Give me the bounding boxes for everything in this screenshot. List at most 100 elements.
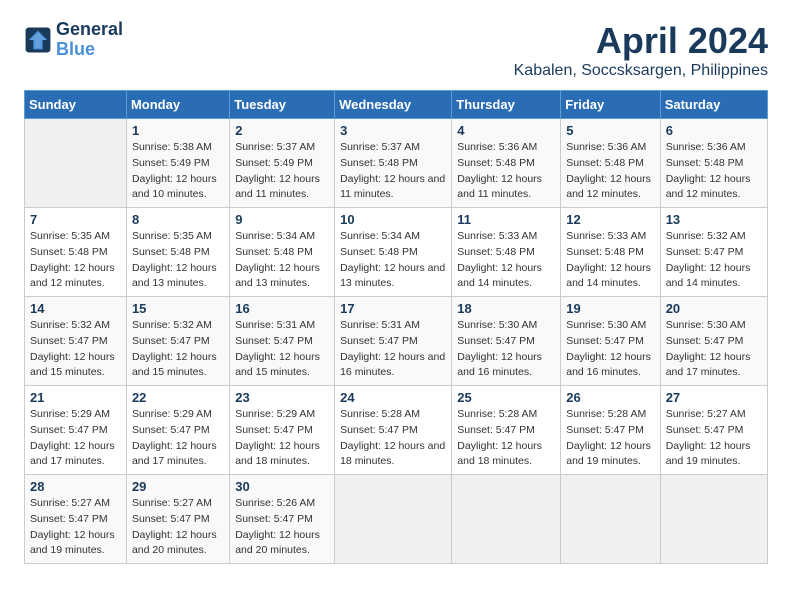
calendar-cell: 16 Sunrise: 5:31 AM Sunset: 5:47 PM Dayl… [230, 297, 335, 386]
day-detail: Sunrise: 5:29 AM Sunset: 5:47 PM Dayligh… [30, 407, 121, 470]
calendar-row: 28 Sunrise: 5:27 AM Sunset: 5:47 PM Dayl… [25, 475, 768, 564]
calendar-cell: 19 Sunrise: 5:30 AM Sunset: 5:47 PM Dayl… [561, 297, 660, 386]
calendar-cell: 10 Sunrise: 5:34 AM Sunset: 5:48 PM Dayl… [335, 208, 452, 297]
day-number: 3 [340, 123, 446, 138]
calendar-cell: 12 Sunrise: 5:33 AM Sunset: 5:48 PM Dayl… [561, 208, 660, 297]
day-detail: Sunrise: 5:27 AM Sunset: 5:47 PM Dayligh… [132, 496, 224, 559]
day-number: 29 [132, 479, 224, 494]
day-detail: Sunrise: 5:37 AM Sunset: 5:48 PM Dayligh… [340, 140, 446, 203]
calendar-cell: 14 Sunrise: 5:32 AM Sunset: 5:47 PM Dayl… [25, 297, 127, 386]
day-number: 14 [30, 301, 121, 316]
day-detail: Sunrise: 5:30 AM Sunset: 5:47 PM Dayligh… [457, 318, 555, 381]
day-detail: Sunrise: 5:35 AM Sunset: 5:48 PM Dayligh… [132, 229, 224, 292]
title-area: April 2024 Kabalen, Soccsksargen, Philip… [514, 20, 768, 80]
day-detail: Sunrise: 5:38 AM Sunset: 5:49 PM Dayligh… [132, 140, 224, 203]
day-number: 4 [457, 123, 555, 138]
calendar-cell: 7 Sunrise: 5:35 AM Sunset: 5:48 PM Dayli… [25, 208, 127, 297]
day-detail: Sunrise: 5:32 AM Sunset: 5:47 PM Dayligh… [666, 229, 762, 292]
calendar-cell: 25 Sunrise: 5:28 AM Sunset: 5:47 PM Dayl… [452, 386, 561, 475]
day-detail: Sunrise: 5:36 AM Sunset: 5:48 PM Dayligh… [457, 140, 555, 203]
calendar-cell [660, 475, 767, 564]
weekday-header-row: SundayMondayTuesdayWednesdayThursdayFrid… [25, 91, 768, 119]
day-number: 1 [132, 123, 224, 138]
logo-icon [24, 26, 52, 54]
calendar-cell: 30 Sunrise: 5:26 AM Sunset: 5:47 PM Dayl… [230, 475, 335, 564]
day-number: 9 [235, 212, 329, 227]
calendar-cell: 29 Sunrise: 5:27 AM Sunset: 5:47 PM Dayl… [126, 475, 229, 564]
calendar-cell: 15 Sunrise: 5:32 AM Sunset: 5:47 PM Dayl… [126, 297, 229, 386]
day-number: 21 [30, 390, 121, 405]
day-detail: Sunrise: 5:31 AM Sunset: 5:47 PM Dayligh… [340, 318, 446, 381]
day-detail: Sunrise: 5:32 AM Sunset: 5:47 PM Dayligh… [132, 318, 224, 381]
calendar-cell: 8 Sunrise: 5:35 AM Sunset: 5:48 PM Dayli… [126, 208, 229, 297]
day-number: 17 [340, 301, 446, 316]
calendar-cell: 27 Sunrise: 5:27 AM Sunset: 5:47 PM Dayl… [660, 386, 767, 475]
calendar-cell: 22 Sunrise: 5:29 AM Sunset: 5:47 PM Dayl… [126, 386, 229, 475]
day-detail: Sunrise: 5:29 AM Sunset: 5:47 PM Dayligh… [235, 407, 329, 470]
day-number: 18 [457, 301, 555, 316]
day-detail: Sunrise: 5:35 AM Sunset: 5:48 PM Dayligh… [30, 229, 121, 292]
day-number: 12 [566, 212, 654, 227]
weekday-header-cell: Tuesday [230, 91, 335, 119]
day-number: 28 [30, 479, 121, 494]
calendar-cell [25, 119, 127, 208]
day-number: 8 [132, 212, 224, 227]
location-title: Kabalen, Soccsksargen, Philippines [514, 62, 768, 80]
calendar-cell: 5 Sunrise: 5:36 AM Sunset: 5:48 PM Dayli… [561, 119, 660, 208]
calendar-cell: 21 Sunrise: 5:29 AM Sunset: 5:47 PM Dayl… [25, 386, 127, 475]
calendar-row: 7 Sunrise: 5:35 AM Sunset: 5:48 PM Dayli… [25, 208, 768, 297]
day-number: 10 [340, 212, 446, 227]
day-detail: Sunrise: 5:37 AM Sunset: 5:49 PM Dayligh… [235, 140, 329, 203]
calendar-cell [335, 475, 452, 564]
day-detail: Sunrise: 5:27 AM Sunset: 5:47 PM Dayligh… [30, 496, 121, 559]
calendar-cell: 24 Sunrise: 5:28 AM Sunset: 5:47 PM Dayl… [335, 386, 452, 475]
weekday-header-cell: Wednesday [335, 91, 452, 119]
day-number: 19 [566, 301, 654, 316]
header: GeneralBlue April 2024 Kabalen, Soccsksa… [24, 20, 768, 80]
day-detail: Sunrise: 5:34 AM Sunset: 5:48 PM Dayligh… [340, 229, 446, 292]
day-number: 13 [666, 212, 762, 227]
day-number: 27 [666, 390, 762, 405]
day-detail: Sunrise: 5:27 AM Sunset: 5:47 PM Dayligh… [666, 407, 762, 470]
day-detail: Sunrise: 5:31 AM Sunset: 5:47 PM Dayligh… [235, 318, 329, 381]
calendar-cell: 23 Sunrise: 5:29 AM Sunset: 5:47 PM Dayl… [230, 386, 335, 475]
calendar-cell: 20 Sunrise: 5:30 AM Sunset: 5:47 PM Dayl… [660, 297, 767, 386]
day-number: 23 [235, 390, 329, 405]
calendar-row: 14 Sunrise: 5:32 AM Sunset: 5:47 PM Dayl… [25, 297, 768, 386]
logo: GeneralBlue [24, 20, 123, 60]
calendar-cell: 6 Sunrise: 5:36 AM Sunset: 5:48 PM Dayli… [660, 119, 767, 208]
weekday-header-cell: Thursday [452, 91, 561, 119]
calendar-row: 21 Sunrise: 5:29 AM Sunset: 5:47 PM Dayl… [25, 386, 768, 475]
day-detail: Sunrise: 5:28 AM Sunset: 5:47 PM Dayligh… [566, 407, 654, 470]
day-number: 6 [666, 123, 762, 138]
day-detail: Sunrise: 5:26 AM Sunset: 5:47 PM Dayligh… [235, 496, 329, 559]
weekday-header-cell: Monday [126, 91, 229, 119]
weekday-header-cell: Saturday [660, 91, 767, 119]
calendar-cell: 13 Sunrise: 5:32 AM Sunset: 5:47 PM Dayl… [660, 208, 767, 297]
calendar-cell: 17 Sunrise: 5:31 AM Sunset: 5:47 PM Dayl… [335, 297, 452, 386]
calendar-cell: 11 Sunrise: 5:33 AM Sunset: 5:48 PM Dayl… [452, 208, 561, 297]
calendar-cell: 4 Sunrise: 5:36 AM Sunset: 5:48 PM Dayli… [452, 119, 561, 208]
calendar-cell: 26 Sunrise: 5:28 AM Sunset: 5:47 PM Dayl… [561, 386, 660, 475]
weekday-header-cell: Friday [561, 91, 660, 119]
day-number: 5 [566, 123, 654, 138]
day-number: 26 [566, 390, 654, 405]
day-detail: Sunrise: 5:32 AM Sunset: 5:47 PM Dayligh… [30, 318, 121, 381]
month-title: April 2024 [514, 20, 768, 62]
calendar-cell: 1 Sunrise: 5:38 AM Sunset: 5:49 PM Dayli… [126, 119, 229, 208]
calendar-cell [452, 475, 561, 564]
calendar-cell: 3 Sunrise: 5:37 AM Sunset: 5:48 PM Dayli… [335, 119, 452, 208]
calendar-cell: 28 Sunrise: 5:27 AM Sunset: 5:47 PM Dayl… [25, 475, 127, 564]
day-detail: Sunrise: 5:28 AM Sunset: 5:47 PM Dayligh… [457, 407, 555, 470]
day-detail: Sunrise: 5:33 AM Sunset: 5:48 PM Dayligh… [457, 229, 555, 292]
day-number: 20 [666, 301, 762, 316]
calendar-cell: 2 Sunrise: 5:37 AM Sunset: 5:49 PM Dayli… [230, 119, 335, 208]
logo-text: GeneralBlue [56, 20, 123, 60]
calendar-row: 1 Sunrise: 5:38 AM Sunset: 5:49 PM Dayli… [25, 119, 768, 208]
day-number: 16 [235, 301, 329, 316]
day-number: 30 [235, 479, 329, 494]
day-detail: Sunrise: 5:30 AM Sunset: 5:47 PM Dayligh… [666, 318, 762, 381]
day-detail: Sunrise: 5:30 AM Sunset: 5:47 PM Dayligh… [566, 318, 654, 381]
day-number: 11 [457, 212, 555, 227]
weekday-header-cell: Sunday [25, 91, 127, 119]
